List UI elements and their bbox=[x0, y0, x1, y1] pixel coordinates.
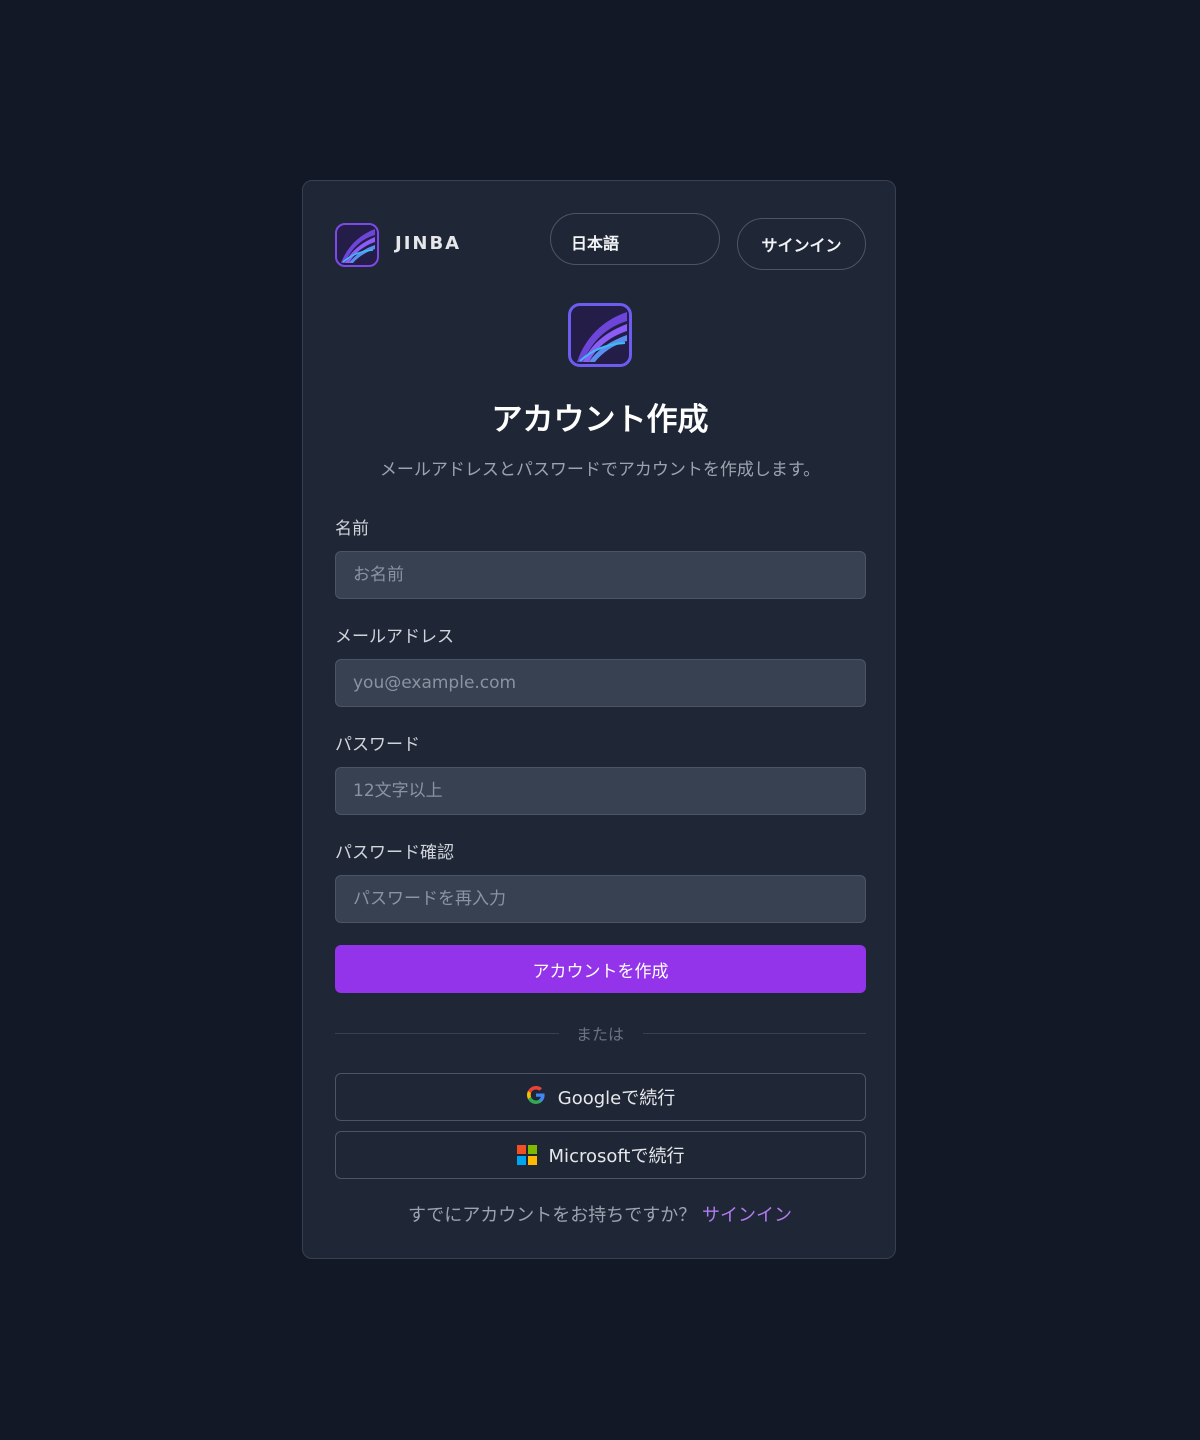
email-input[interactable] bbox=[335, 659, 866, 707]
password-input[interactable] bbox=[335, 767, 866, 815]
microsoft-icon bbox=[516, 1145, 537, 1165]
name-label: 名前 bbox=[335, 519, 369, 539]
footer-signin-link[interactable]: サインイン bbox=[702, 1205, 792, 1226]
email-label: メールアドレス bbox=[335, 627, 454, 647]
jinba-logo-icon bbox=[335, 223, 379, 267]
brand-name: JINBA bbox=[395, 233, 462, 254]
page-subtitle: メールアドレスとパスワードでアカウントを作成します。 bbox=[379, 460, 821, 480]
google-button-label: Googleで続行 bbox=[557, 1088, 676, 1109]
confirm-password-input[interactable] bbox=[335, 875, 866, 923]
microsoft-button-label: Microsoftで続行 bbox=[548, 1146, 685, 1167]
microsoft-signin-button[interactable]: Microsoftで続行 bbox=[335, 1131, 866, 1179]
confirm-password-label: パスワード確認 bbox=[335, 843, 454, 863]
header-signin-button[interactable]: サインイン bbox=[737, 218, 866, 270]
page-title: アカウント作成 bbox=[491, 402, 709, 438]
signup-card: JINBA 日本語 サインイン アカウント作成 メールアドレスとパスワードでアカ… bbox=[302, 180, 896, 1259]
signin-prompt-text: すでにアカウントをお持ちですか？ bbox=[408, 1205, 697, 1226]
name-input[interactable] bbox=[335, 551, 866, 599]
signin-prompt: すでにアカウントをお持ちですか？ サインイン bbox=[303, 1201, 897, 1227]
google-icon bbox=[526, 1085, 546, 1110]
language-select[interactable]: 日本語 bbox=[550, 213, 720, 265]
google-signin-button[interactable]: Googleで続行 bbox=[335, 1073, 866, 1121]
password-label: パスワード bbox=[335, 735, 420, 755]
app-logo-icon bbox=[568, 303, 632, 367]
create-account-button[interactable]: アカウントを作成 bbox=[335, 945, 866, 993]
divider-right bbox=[643, 1033, 866, 1034]
